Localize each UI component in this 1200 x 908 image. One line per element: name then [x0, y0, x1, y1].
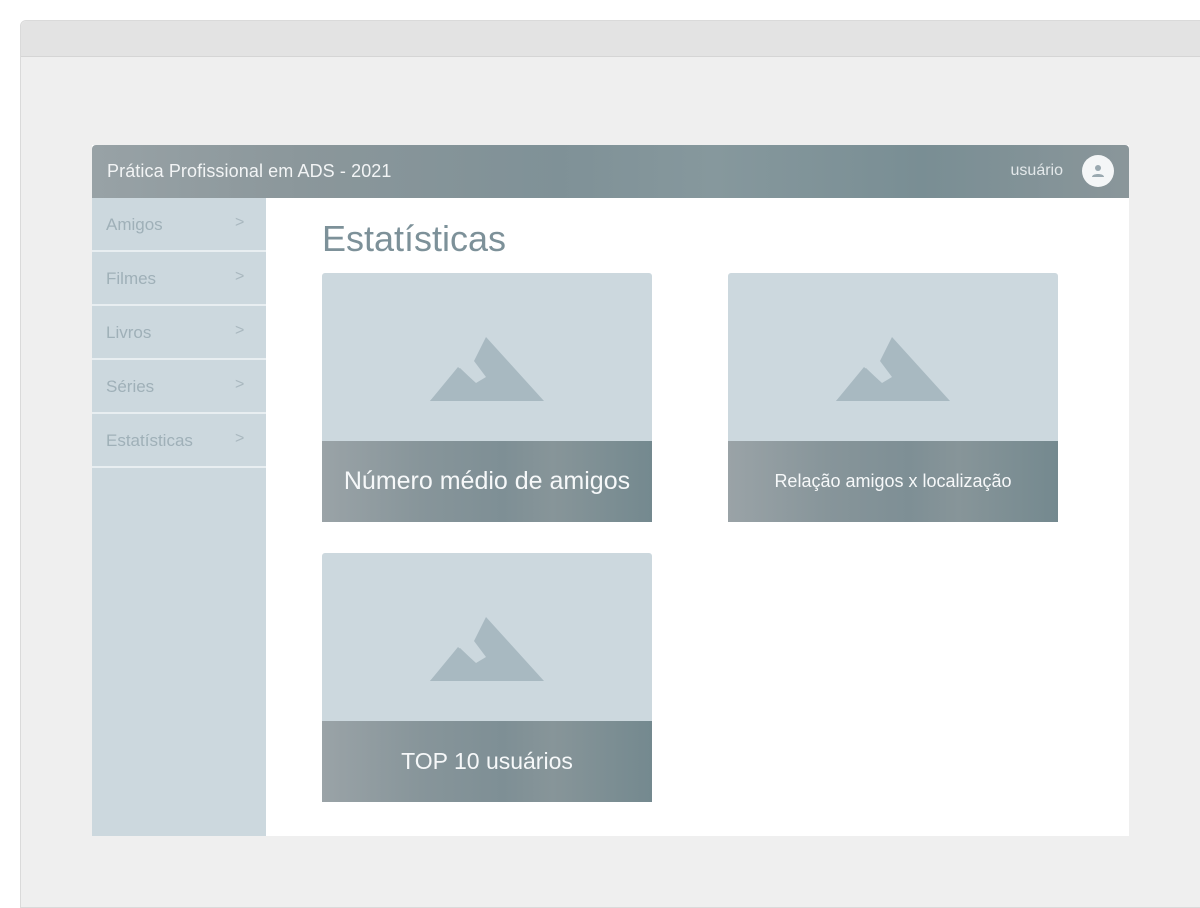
image-placeholder-icon	[430, 617, 544, 681]
browser-toolbar	[21, 21, 1200, 57]
app-title: Prática Profissional em ADS - 2021	[107, 161, 392, 181]
page-title: Estatísticas	[322, 218, 507, 259]
sidebar-item-estatisticas[interactable]: Estatísticas >	[92, 414, 266, 468]
card-caption: Número médio de amigos	[322, 441, 652, 522]
image-placeholder-icon	[836, 337, 950, 401]
chevron-right-icon: >	[235, 376, 245, 393]
app-header: Prática Profissional em ADS - 2021 usuár…	[92, 145, 1129, 198]
stat-card-numero-medio-amigos[interactable]: Número médio de amigos	[322, 273, 652, 522]
sidebar-item-filmes[interactable]: Filmes >	[92, 252, 266, 306]
user-avatar[interactable]	[1082, 155, 1114, 187]
sidebar-item-series[interactable]: Séries >	[92, 360, 266, 414]
app-window: Prática Profissional em ADS - 2021 usuár…	[92, 145, 1129, 836]
sidebar-item-label: Livros	[106, 323, 152, 342]
card-caption: Relação amigos x localização	[728, 441, 1058, 522]
chevron-right-icon: >	[235, 268, 245, 285]
sidebar-item-label: Estatísticas	[106, 431, 193, 450]
image-placeholder-icon	[430, 337, 544, 401]
sidebar-item-amigos[interactable]: Amigos >	[92, 198, 266, 252]
chevron-right-icon: >	[235, 322, 245, 339]
chevron-right-icon: >	[235, 214, 245, 231]
sidebar-item-label: Amigos	[106, 215, 163, 234]
user-name[interactable]: usuário	[1011, 162, 1063, 180]
sidebar-item-label: Filmes	[106, 269, 157, 288]
card-caption: TOP 10 usuários	[322, 721, 652, 802]
sidebar-item-livros[interactable]: Livros >	[92, 306, 266, 360]
stat-card-top-10-usuarios[interactable]: TOP 10 usuários	[322, 553, 652, 802]
sidebar: Amigos > Filmes > Livros > Séries > Esta…	[92, 198, 266, 836]
chevron-right-icon: >	[235, 430, 245, 447]
stat-card-relacao-amigos-localizacao[interactable]: Relação amigos x localização	[728, 273, 1058, 522]
sidebar-item-label: Séries	[106, 377, 155, 396]
user-icon	[1092, 165, 1104, 177]
